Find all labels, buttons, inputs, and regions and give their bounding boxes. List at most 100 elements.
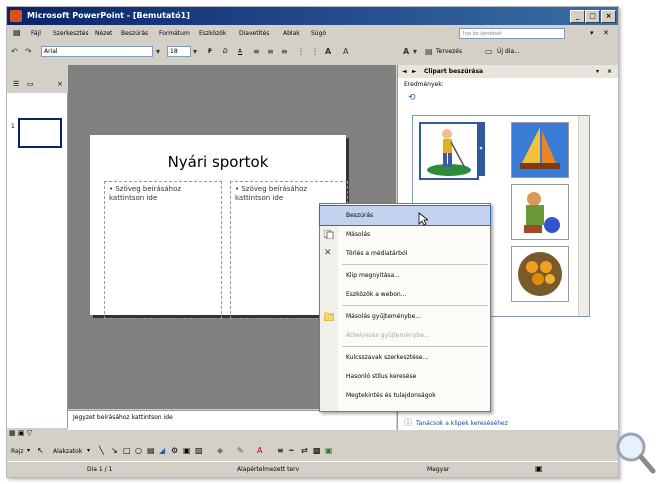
back-arrow-icon[interactable]: ◄ (402, 65, 407, 78)
draw-menu-button[interactable]: Rajz (11, 448, 24, 455)
clipart-icon[interactable]: ▣ (183, 446, 191, 455)
autoshapes-dropdown-icon[interactable]: ▾ (87, 447, 90, 454)
clip-fruit-basket[interactable] (511, 246, 569, 302)
clip-scrollbar[interactable] (578, 116, 589, 316)
maximize-button[interactable]: □ (585, 10, 600, 23)
forward-arrow-icon[interactable]: ► (412, 65, 417, 78)
document-close-icon[interactable]: ✕ (603, 29, 609, 37)
fill-color-icon[interactable]: ◈ (217, 446, 223, 455)
autoshapes-button[interactable]: Alakzatok (53, 448, 82, 455)
numbering-icon[interactable]: ⋮ (297, 47, 305, 57)
help-dropdown-icon[interactable]: ▾ (590, 29, 594, 37)
tips-link[interactable]: Tanácsok a klipek kereséséhez (416, 420, 508, 427)
redo-icon[interactable]: ↷ (25, 47, 32, 57)
menu-nezet[interactable]: Nézet (95, 30, 112, 37)
align-right-icon[interactable]: ≡ (281, 47, 288, 57)
3d-icon[interactable]: ▣ (325, 446, 333, 455)
menu-item-tools-on-web[interactable]: Eszközök a webon... (320, 285, 490, 304)
arrow-tool-icon[interactable]: ↘ (111, 446, 118, 455)
menu-sugo[interactable]: Súgó (311, 30, 326, 37)
menu-item-delete[interactable]: ✕ Törlés a médiatárból (320, 244, 490, 263)
document-icon[interactable]: ▤ (13, 28, 21, 37)
font-size-dropdown-icon[interactable]: ▾ (193, 47, 197, 57)
picture-icon[interactable]: ▨ (195, 446, 203, 455)
font-select[interactable]: Arial (41, 46, 153, 57)
line-style-icon[interactable]: ≡ (277, 446, 284, 455)
align-left-icon[interactable]: ≡ (253, 47, 260, 57)
clip-golfer[interactable] (419, 122, 479, 180)
line-color-icon[interactable]: ✎ (237, 446, 244, 455)
pane-close-icon[interactable]: × (57, 80, 63, 88)
undo-icon[interactable]: ↶ (11, 47, 18, 57)
notes-pane[interactable]: Jegyzet beírásához kattintson ide (68, 410, 396, 430)
menu-item-insert[interactable]: Beszúrás (319, 205, 491, 226)
magnifier-icon[interactable] (611, 425, 661, 481)
underline-button[interactable]: A (238, 48, 242, 55)
minimize-button[interactable]: _ (570, 10, 585, 23)
select-pointer-icon[interactable]: ↖ (37, 446, 44, 455)
bold-button[interactable]: F (208, 48, 212, 55)
menu-eszkozok[interactable]: Eszközök (199, 30, 226, 37)
clip-dropdown-arrow[interactable]: ▾ (477, 122, 485, 176)
font-dropdown-icon[interactable]: ▾ (156, 47, 160, 57)
title-bar[interactable]: Microsoft PowerPoint - [Bemutató1] _ □ × (7, 7, 618, 25)
oval-tool-icon[interactable]: ○ (135, 446, 142, 455)
italic-button[interactable]: D (223, 48, 228, 55)
slides-tab-icon[interactable]: ▭ (27, 80, 34, 88)
new-slide-button[interactable]: Új dia... (497, 48, 520, 55)
menu-ablak[interactable]: Ablak (283, 30, 300, 37)
menu-szerkesztes[interactable]: Szerkesztés (53, 30, 89, 37)
textbox-tool-icon[interactable]: ▤ (147, 446, 155, 455)
close-button[interactable]: × (601, 10, 616, 23)
align-center-icon[interactable]: ≡ (267, 47, 274, 57)
menu-item-find-similar[interactable]: Hasonló stílus keresése (320, 367, 490, 386)
menu-item-edit-keywords[interactable]: Kulcsszavak szerkesztése... (320, 348, 490, 367)
clip-sailboat[interactable] (511, 122, 569, 178)
decrease-font-icon[interactable]: A (343, 47, 348, 57)
diagram-icon[interactable]: ⚙ (171, 446, 178, 455)
dash-style-icon[interactable]: ┅ (289, 446, 294, 455)
sorter-view-icon[interactable]: ▣ (18, 429, 25, 437)
outline-tab-icon[interactable]: ☰ (13, 80, 19, 88)
shadow-icon[interactable]: ▩ (313, 446, 321, 455)
wordart-icon[interactable]: ◢ (159, 446, 165, 455)
slideshow-icon[interactable]: ▽ (27, 429, 32, 437)
help-search-input[interactable]: Írja be kérdését (459, 28, 565, 39)
draw-dropdown-icon[interactable]: ▾ (27, 447, 30, 454)
design-icon[interactable]: ▤ (425, 47, 433, 57)
left-content-placeholder[interactable]: • Szöveg beírásához kattintson ide (104, 181, 222, 319)
menu-formatum[interactable]: Formátum (159, 30, 190, 37)
font-color-draw-icon[interactable]: A (257, 446, 262, 455)
window-title: Microsoft PowerPoint - [Bemutató1] (27, 11, 190, 20)
menu-item-preview-properties[interactable]: Megtekintés és tulajdonságok (320, 386, 490, 405)
menu-item-label: Áthelyezés gyűjteménybe... (346, 332, 430, 339)
line-tool-icon[interactable]: ╲ (99, 446, 104, 455)
menu-item-copy[interactable]: Másolás (320, 225, 490, 244)
text-color-icon[interactable]: A (403, 47, 409, 57)
bullets-icon[interactable]: ⋮ (311, 47, 319, 57)
menu-item-open-clip[interactable]: Klip megnyitása... (320, 266, 490, 285)
menu-diavetites[interactable]: Diavetítés (239, 30, 269, 37)
language: Magyar (427, 466, 450, 473)
task-pane-close-icon[interactable]: × (607, 65, 612, 78)
mouse-cursor-icon (418, 212, 428, 226)
powerpoint-app-icon[interactable] (10, 10, 22, 22)
arrow-style-icon[interactable]: ⇄ (301, 446, 308, 455)
font-color-icon[interactable]: A (325, 47, 331, 57)
font-size-select[interactable]: 18 (167, 46, 191, 57)
normal-view-icon[interactable]: ▦ (9, 429, 16, 437)
design-button[interactable]: Tervezés (436, 48, 462, 55)
organize-clips-icon[interactable]: ⟲ (408, 93, 416, 103)
menu-fajl[interactable]: Fájl (31, 30, 41, 37)
rectangle-tool-icon[interactable]: □ (123, 446, 131, 455)
slide-thumbnail[interactable] (18, 118, 62, 148)
slide-title[interactable]: Nyári sportok (90, 153, 346, 171)
menu-item-copy-to-collection[interactable]: Másolás gyűjteménybe... (320, 307, 490, 326)
text-color-dropdown-icon[interactable]: ▾ (413, 47, 417, 57)
menu-beszuras[interactable]: Beszúrás (121, 30, 148, 37)
clip-bowling[interactable] (511, 184, 569, 240)
task-pane-menu-icon[interactable]: ▾ (596, 65, 599, 78)
new-slide-icon[interactable]: ▭ (485, 47, 493, 57)
slide[interactable]: Nyári sportok • Szöveg beírásához kattin… (90, 135, 348, 319)
menu-item-label: Másolás (346, 231, 371, 238)
